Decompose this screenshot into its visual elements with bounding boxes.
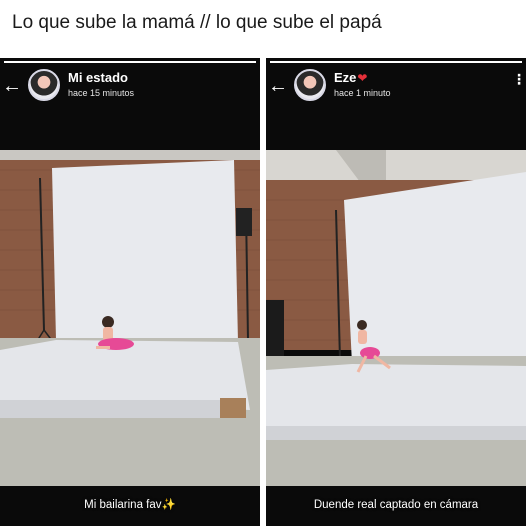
avatar[interactable] (28, 69, 60, 101)
meme-caption: Lo que sube la mamá // lo que sube el pa… (12, 12, 382, 33)
more-vert-icon[interactable]: ⋮ (512, 72, 526, 86)
story-user-name[interactable]: Eze❤ (334, 70, 367, 85)
story-header: ← Eze❤ hace 1 minuto ⋮ (266, 68, 526, 108)
back-arrow-icon[interactable]: ← (2, 76, 22, 96)
story-user-name[interactable]: Mi estado (68, 70, 128, 85)
story-panel-mom: ← Mi estado hace 15 minutos Mi bailarina… (0, 58, 260, 526)
story-timestamp: hace 1 minuto (334, 88, 391, 98)
story-progress-bar (4, 61, 256, 63)
story-photo (266, 150, 526, 486)
story-caption: Duende real captado en cámara (313, 499, 479, 511)
story-header: ← Mi estado hace 15 minutos (0, 68, 260, 108)
back-arrow-icon[interactable]: ← (268, 76, 288, 96)
story-progress-bar (270, 61, 522, 63)
story-panel-dad: ← Eze❤ hace 1 minuto ⋮ Duende real capta… (266, 58, 526, 526)
story-caption: Mi bailarina fav✨ (84, 499, 176, 511)
story-timestamp: hace 15 minutos (68, 88, 135, 98)
heart-icon: ❤ (357, 71, 368, 85)
avatar[interactable] (294, 69, 326, 101)
story-photo (0, 150, 260, 486)
